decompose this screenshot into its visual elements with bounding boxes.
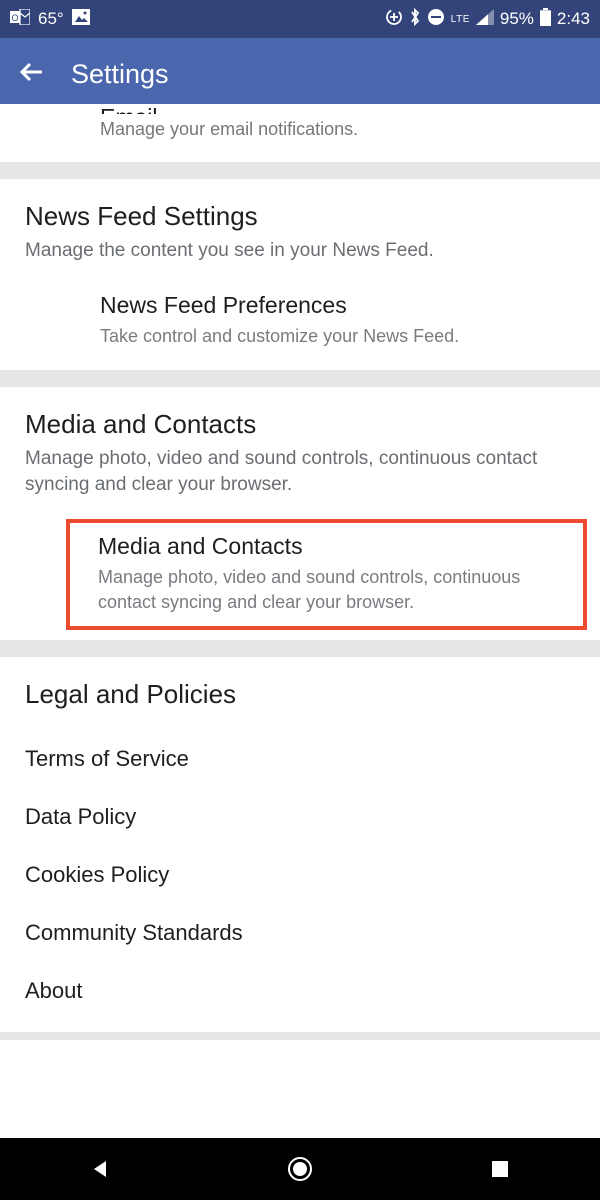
section-divider — [0, 1032, 600, 1040]
do-not-disturb-icon — [427, 8, 445, 31]
battery-pct: 95% — [500, 9, 534, 29]
status-temp: 65° — [38, 9, 64, 29]
navigation-bar — [0, 1138, 600, 1200]
back-arrow-icon[interactable] — [18, 58, 46, 91]
page-title: Settings — [71, 59, 169, 90]
status-bar: O 65° LTE 95% 2:43 — [0, 0, 600, 38]
link-community-standards[interactable]: Community Standards — [0, 904, 600, 962]
section-title: Legal and Policies — [25, 679, 575, 710]
section-title: News Feed Settings — [25, 201, 575, 232]
item-title: Media and Contacts — [98, 533, 573, 560]
section-desc: Manage the content you see in your News … — [25, 238, 575, 264]
signal-icon — [476, 9, 494, 30]
data-saver-icon — [385, 8, 403, 31]
section-legal-policies: Legal and Policies — [0, 657, 600, 724]
settings-item-email[interactable]: Email Manage your email notifications. — [0, 104, 600, 162]
nav-recent-button[interactable] — [485, 1154, 515, 1184]
section-title: Media and Contacts — [25, 409, 575, 440]
picture-icon — [72, 9, 90, 30]
status-time: 2:43 — [557, 9, 590, 29]
settings-item-news-feed-preferences[interactable]: News Feed Preferences Take control and c… — [0, 272, 600, 370]
section-media-contacts: Media and Contacts Manage photo, video a… — [0, 387, 600, 505]
outlook-icon: O — [10, 9, 30, 30]
settings-item-media-contacts[interactable]: Media and Contacts Manage photo, video a… — [66, 519, 587, 630]
nav-back-button[interactable] — [85, 1154, 115, 1184]
section-desc: Manage photo, video and sound controls, … — [25, 446, 575, 497]
section-divider — [0, 370, 600, 387]
battery-icon — [540, 8, 551, 31]
link-cookies-policy[interactable]: Cookies Policy — [0, 846, 600, 904]
link-terms-of-service[interactable]: Terms of Service — [0, 730, 600, 788]
svg-text:O: O — [11, 13, 18, 23]
section-divider — [0, 162, 600, 179]
section-divider — [0, 640, 600, 657]
nav-home-button[interactable] — [285, 1154, 315, 1184]
item-desc: Manage your email notifications. — [100, 119, 575, 140]
link-about[interactable]: About — [0, 962, 600, 1020]
lte-label: LTE — [451, 14, 470, 25]
bluetooth-icon — [409, 8, 421, 31]
link-data-policy[interactable]: Data Policy — [0, 788, 600, 846]
section-news-feed: News Feed Settings Manage the content yo… — [0, 179, 600, 272]
item-desc: Manage photo, video and sound controls, … — [98, 565, 573, 614]
app-bar: Settings — [0, 38, 600, 110]
item-desc: Take control and customize your News Fee… — [100, 324, 575, 348]
item-title: Email — [100, 104, 575, 114]
item-title: News Feed Preferences — [100, 292, 575, 319]
